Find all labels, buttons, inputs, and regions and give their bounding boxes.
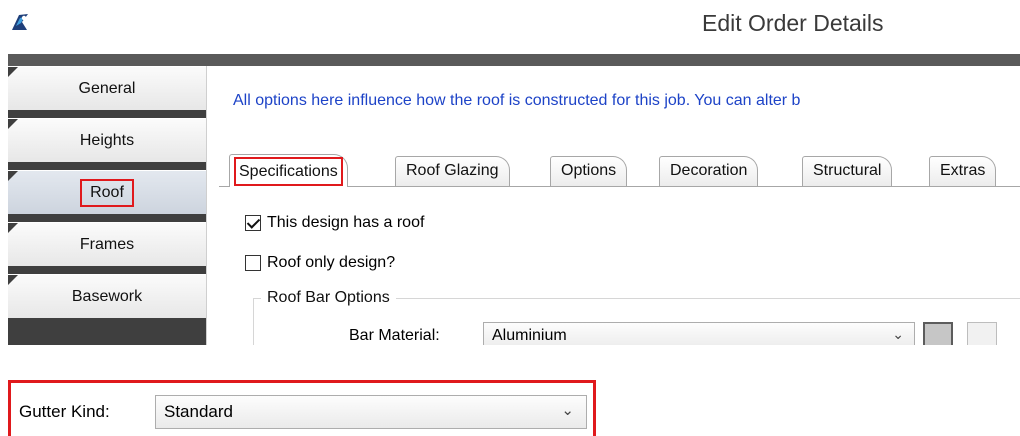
nav-frames-button[interactable]: Frames	[8, 222, 206, 266]
gutter-kind-callout: Gutter Kind: Standard ⌄	[8, 380, 596, 436]
tab-decoration[interactable]: Decoration	[659, 156, 759, 186]
roof-only-label: Roof only design?	[267, 254, 396, 271]
left-navigation: General Heights Roof Frames Basework	[8, 66, 206, 345]
roof-only-checkbox-row[interactable]: Roof only design?	[245, 254, 395, 272]
tab-label: Extras	[940, 162, 986, 179]
info-text: All options here influence how the roof …	[233, 92, 801, 109]
bar-material-label: Bar Material:	[349, 327, 440, 344]
nav-heights-button[interactable]: Heights	[8, 118, 206, 162]
color-picker-button[interactable]	[967, 322, 997, 345]
chevron-down-icon: ⌄	[561, 402, 574, 419]
tab-options[interactable]: Options	[550, 156, 628, 186]
content-pane: All options here influence how the roof …	[206, 66, 1020, 345]
group-title: Roof Bar Options	[261, 289, 396, 307]
nav-label: Frames	[79, 236, 135, 253]
nav-label: Roof	[80, 179, 134, 207]
tab-roof-glazing[interactable]: Roof Glazing	[395, 156, 510, 186]
tab-label: Structural	[813, 162, 882, 179]
nav-general-button[interactable]: General	[8, 66, 206, 110]
nav-label: Basework	[71, 288, 143, 305]
tab-label: Options	[561, 162, 617, 179]
header-divider	[8, 54, 1020, 66]
roof-only-checkbox[interactable]	[245, 255, 261, 271]
bar-material-value: Aluminium	[492, 327, 567, 344]
tab-label: Specifications	[234, 157, 343, 186]
nav-label: General	[78, 80, 136, 97]
tab-structural[interactable]: Structural	[802, 156, 893, 186]
nav-roof-button[interactable]: Roof	[8, 170, 206, 214]
has-roof-checkbox[interactable]	[245, 215, 261, 231]
nav-label: Heights	[79, 132, 135, 149]
bar-material-dropdown[interactable]: Aluminium ⌄	[483, 322, 915, 345]
gutter-kind-label: Gutter Kind:	[19, 402, 110, 421]
edit-order-window: Edit Order Details General Heights Roof …	[0, 0, 1020, 345]
nav-basework-button[interactable]: Basework	[8, 274, 206, 318]
has-roof-checkbox-row[interactable]: This design has a roof	[245, 214, 424, 232]
color-swatch-button[interactable]	[923, 322, 953, 345]
gutter-kind-dropdown[interactable]: Standard ⌄	[155, 395, 587, 429]
tab-extras[interactable]: Extras	[929, 156, 997, 186]
tab-label: Roof Glazing	[406, 162, 499, 179]
app-logo-icon	[12, 14, 28, 30]
tab-specifications[interactable]: Specifications	[229, 154, 348, 187]
chevron-down-icon: ⌄	[892, 326, 904, 342]
gutter-kind-value: Standard	[164, 402, 233, 421]
tab-label: Decoration	[670, 162, 748, 179]
window-title: Edit Order Details	[702, 10, 884, 36]
has-roof-label: This design has a roof	[267, 214, 425, 231]
